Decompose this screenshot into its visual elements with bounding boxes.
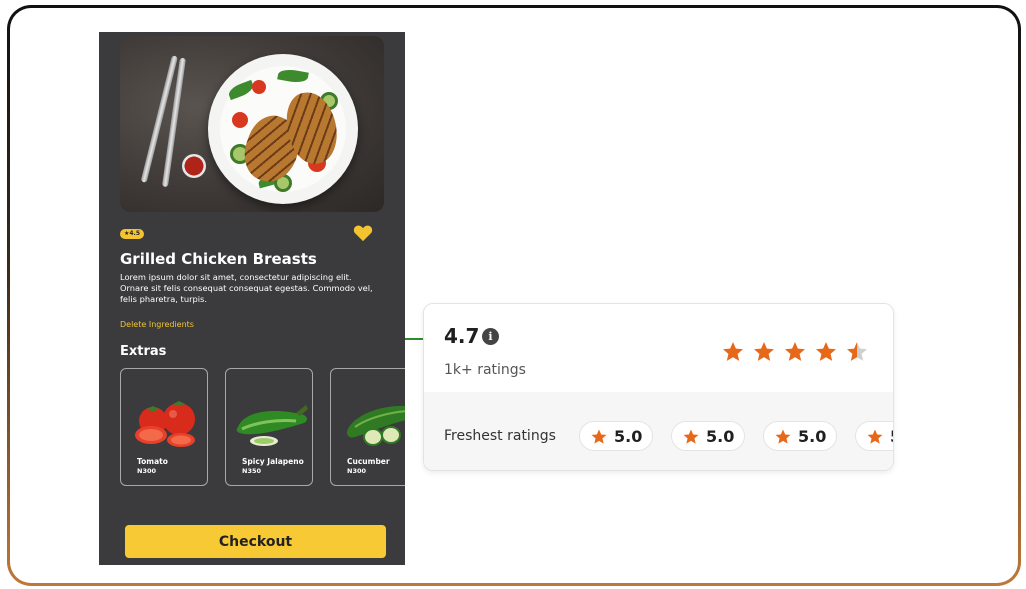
fresh-rating-pill[interactable]: 5.0: [763, 421, 837, 451]
average-rating: 4.7: [444, 324, 480, 348]
info-icon[interactable]: i: [482, 328, 499, 345]
fresh-rating-value: 5.0: [614, 427, 643, 446]
jalapeno-image: [236, 405, 308, 446]
star-icon: [754, 342, 774, 361]
fresh-rating-value: 5: [890, 427, 893, 446]
extra-name: Tomato: [137, 457, 168, 466]
food-app-screen: ★4.5 Grilled Chicken Breasts Lorem ipsum…: [99, 32, 405, 565]
plate: [208, 54, 358, 204]
rating-badge: ★4.5: [120, 229, 145, 239]
page-canvas: ★4.5 Grilled Chicken Breasts Lorem ipsum…: [10, 8, 1018, 583]
extra-card-jalapeno[interactable]: Spicy Jalapeno N350: [225, 368, 313, 486]
fresh-rating-value: 5.0: [798, 427, 827, 446]
star-icon: [683, 429, 699, 444]
dish-title: Grilled Chicken Breasts: [120, 250, 317, 268]
star-icon: [723, 342, 743, 361]
star-icon: [775, 429, 791, 444]
star-icon: [867, 429, 883, 444]
star-icon: [816, 342, 836, 361]
fresh-rating-pill[interactable]: 5: [855, 421, 893, 451]
page-frame: ★4.5 Grilled Chicken Breasts Lorem ipsum…: [7, 5, 1021, 586]
delete-ingredients-link[interactable]: Delete Ingredients: [120, 320, 194, 329]
extra-card-tomato[interactable]: Tomato N300: [120, 368, 208, 486]
tomato-image: [135, 401, 195, 447]
dish-photo: [120, 36, 384, 212]
star-icon: [785, 342, 805, 361]
fresh-rating-pill[interactable]: 5.0: [579, 421, 653, 451]
ratings-card: 4.7 i 1k+ ratings Freshest ratings 5.0 5…: [423, 303, 894, 471]
extras-heading: Extras: [120, 344, 167, 359]
heart-icon[interactable]: [353, 224, 373, 242]
extra-price: N350: [242, 467, 262, 475]
fresh-rating-value: 5.0: [706, 427, 735, 446]
star-icon: [591, 429, 607, 444]
dish-description: Lorem ipsum dolor sit amet, consectetur …: [120, 272, 373, 304]
ratings-count: 1k+ ratings: [444, 362, 526, 378]
extra-card-cucumber[interactable]: Cucumber N300: [330, 368, 405, 486]
extra-name: Cucumber: [347, 457, 390, 466]
spice-bowl: [182, 154, 206, 178]
freshest-ratings-label: Freshest ratings: [444, 428, 556, 444]
cucumber-image: [347, 405, 405, 446]
half-star-icon: [847, 342, 867, 361]
checkout-button[interactable]: Checkout: [125, 525, 386, 558]
extra-name: Spicy Jalapeno: [242, 457, 304, 466]
extra-price: N300: [137, 467, 157, 475]
fresh-rating-pill[interactable]: 5.0: [671, 421, 745, 451]
extra-price: N300: [347, 467, 367, 475]
